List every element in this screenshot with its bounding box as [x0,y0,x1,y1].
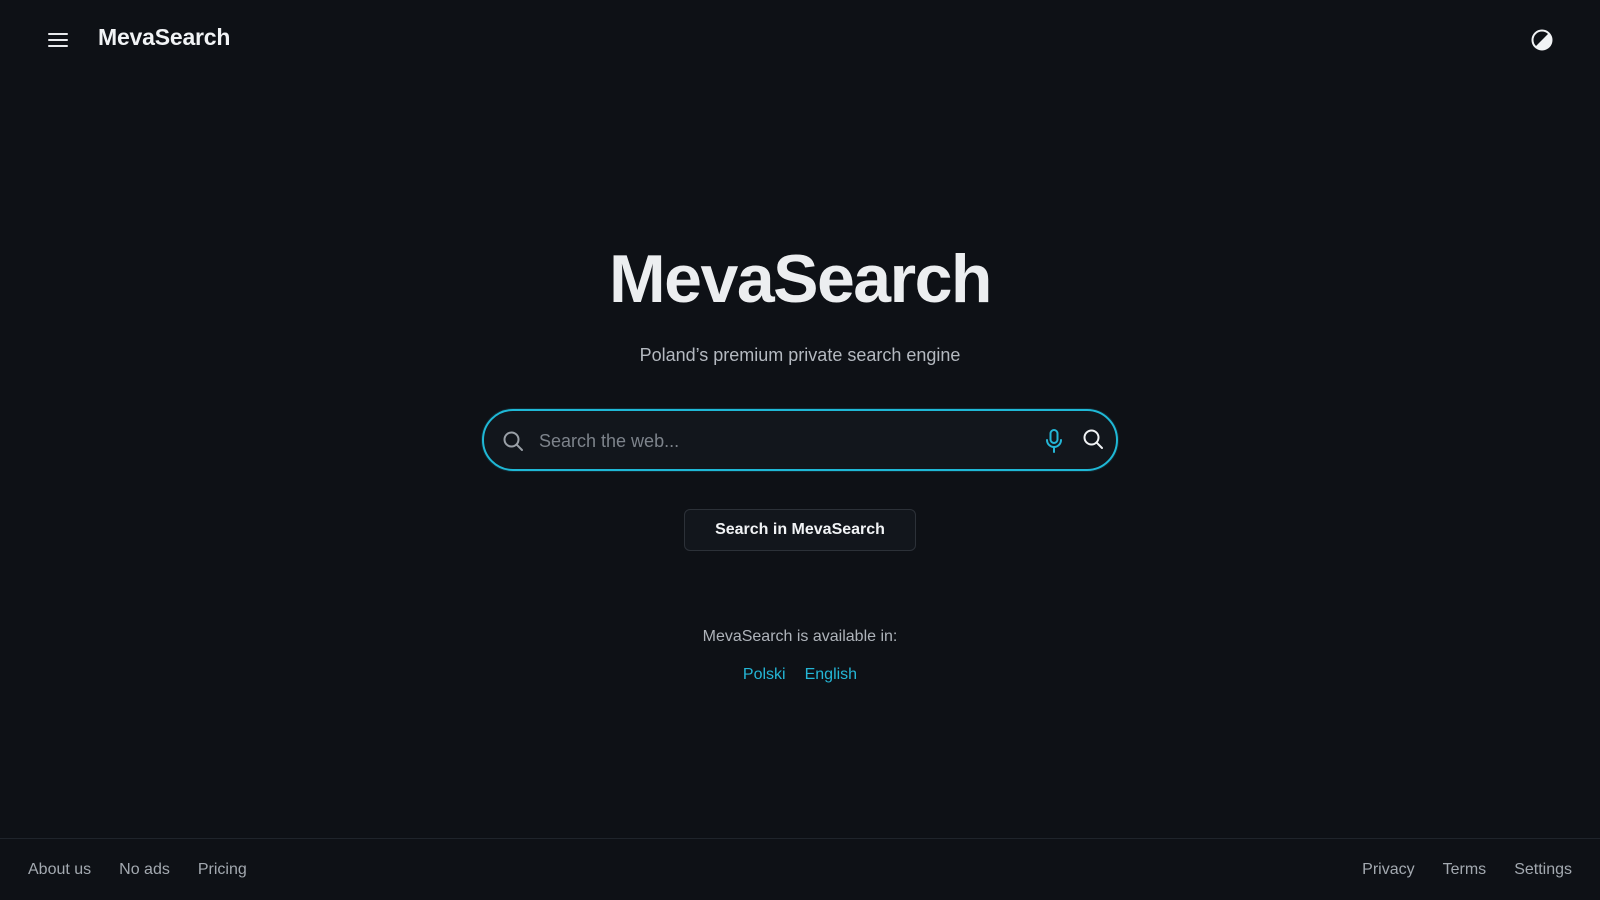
footer-link-privacy[interactable]: Privacy [1362,861,1414,879]
footer-link-no-ads[interactable]: No ads [119,861,170,879]
language-links: Polski English [0,666,1600,684]
search-input[interactable] [539,423,1009,459]
footer-left-links: About us No ads Pricing [28,861,247,879]
contrast-theme-icon[interactable] [1530,28,1554,52]
footer-link-terms[interactable]: Terms [1443,861,1487,879]
page-title: MevaSearch [609,241,992,317]
tagline: Poland’s premium private search engine [639,345,961,365]
search-submit-icon[interactable] [1082,428,1106,452]
microphone-icon[interactable] [1042,428,1066,454]
footer-link-settings[interactable]: Settings [1514,861,1572,879]
search-in-mevasearch-button[interactable]: Search in MevaSearch [684,509,916,551]
language-link-polski[interactable]: Polski [743,666,786,684]
header: MevaSearch [0,0,1600,80]
page: MevaSearch MevaSearch Poland’s premium p… [0,0,1600,900]
brand-logo-text[interactable]: MevaSearch [98,24,230,51]
language-link-english[interactable]: English [805,666,857,684]
search-icon [502,430,524,452]
footer: About us No ads Pricing Privacy Terms Se… [0,838,1600,900]
search-bar [482,409,1118,471]
footer-right-links: Privacy Terms Settings [1362,861,1572,879]
hamburger-menu-icon[interactable] [44,26,72,54]
availability-label: MevaSearch is available in: [702,628,898,645]
footer-link-about-us[interactable]: About us [28,861,91,879]
footer-link-pricing[interactable]: Pricing [198,861,247,879]
